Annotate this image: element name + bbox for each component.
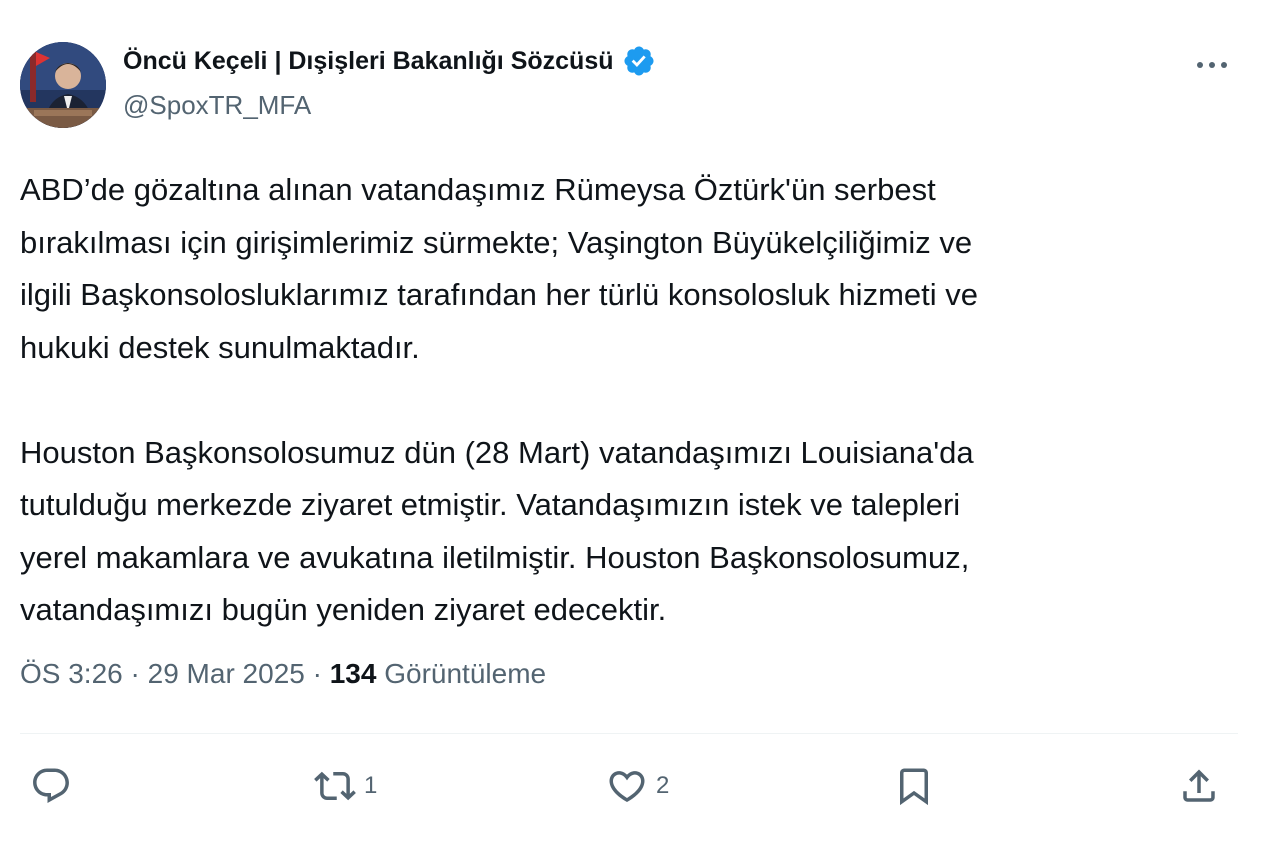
tweet-date[interactable]: 29 Mar 2025 — [148, 658, 305, 689]
views-count[interactable]: 134 — [330, 658, 377, 689]
tweet-time[interactable]: ÖS 3:26 — [20, 658, 123, 689]
author-display-name[interactable]: Öncü Keçeli | Dışişleri Bakanlığı Sözcüs… — [123, 47, 614, 76]
meta-separator: · — [130, 658, 140, 689]
retweet-icon — [314, 771, 356, 801]
reply-button[interactable] — [30, 760, 80, 812]
author-name-row: Öncü Keçeli | Dışişleri Bakanlığı Sözcüs… — [123, 44, 656, 78]
tweet-line: hukuki destek sunulmaktadır. — [20, 329, 420, 365]
tweet-meta: ÖS 3:26 · 29 Mar 2025 · 134 Görüntüleme — [20, 658, 546, 690]
reply-icon — [33, 768, 69, 803]
views-label[interactable]: Görüntüleme — [384, 658, 546, 689]
tweet-line: ilgili Başkonsolosluklarımız tarafından … — [20, 277, 978, 312]
heart-icon — [609, 771, 645, 803]
tweet-line: ABD’de gözaltına alınan vatandaşımız Rüm… — [20, 172, 936, 207]
tweet-card: Öncü Keçeli | Dışişleri Bakanlığı Sözcüs… — [0, 0, 1280, 847]
bookmark-button[interactable] — [893, 760, 935, 812]
bookmark-icon — [900, 768, 928, 806]
tweet-line: bırakılması için girişimlerimiz sürmekte… — [20, 224, 973, 260]
tweet-line: Houston Başkonsolosumuz dün (28 Mart) va… — [20, 434, 974, 470]
tweet-line: yerel makamlara ve avukatına iletilmişti… — [20, 539, 970, 575]
avatar[interactable] — [20, 42, 106, 128]
avatar-image — [20, 42, 106, 128]
like-button[interactable]: 2 — [606, 760, 669, 812]
tweet-line: tutulduğu merkezde ziyaret etmiştir. Vat… — [20, 487, 961, 522]
verified-badge-icon[interactable] — [622, 44, 656, 78]
retweet-count: 1 — [364, 772, 378, 799]
tweet-text: ABD’de gözaltına alınan vatandaşımız Rüm… — [20, 164, 1240, 637]
like-count: 2 — [656, 772, 670, 799]
share-icon — [1183, 769, 1215, 802]
share-button[interactable] — [1178, 760, 1220, 812]
tweet-line: vatandaşımızı bugün yeniden ziyaret edec… — [20, 592, 667, 627]
more-options-button[interactable] — [1192, 50, 1232, 80]
author-handle[interactable]: @SpoxTR_MFA — [123, 90, 311, 121]
more-icon — [1197, 62, 1227, 68]
retweet-button[interactable]: 1 — [314, 760, 377, 812]
divider — [20, 733, 1238, 734]
meta-separator: · — [312, 658, 322, 689]
